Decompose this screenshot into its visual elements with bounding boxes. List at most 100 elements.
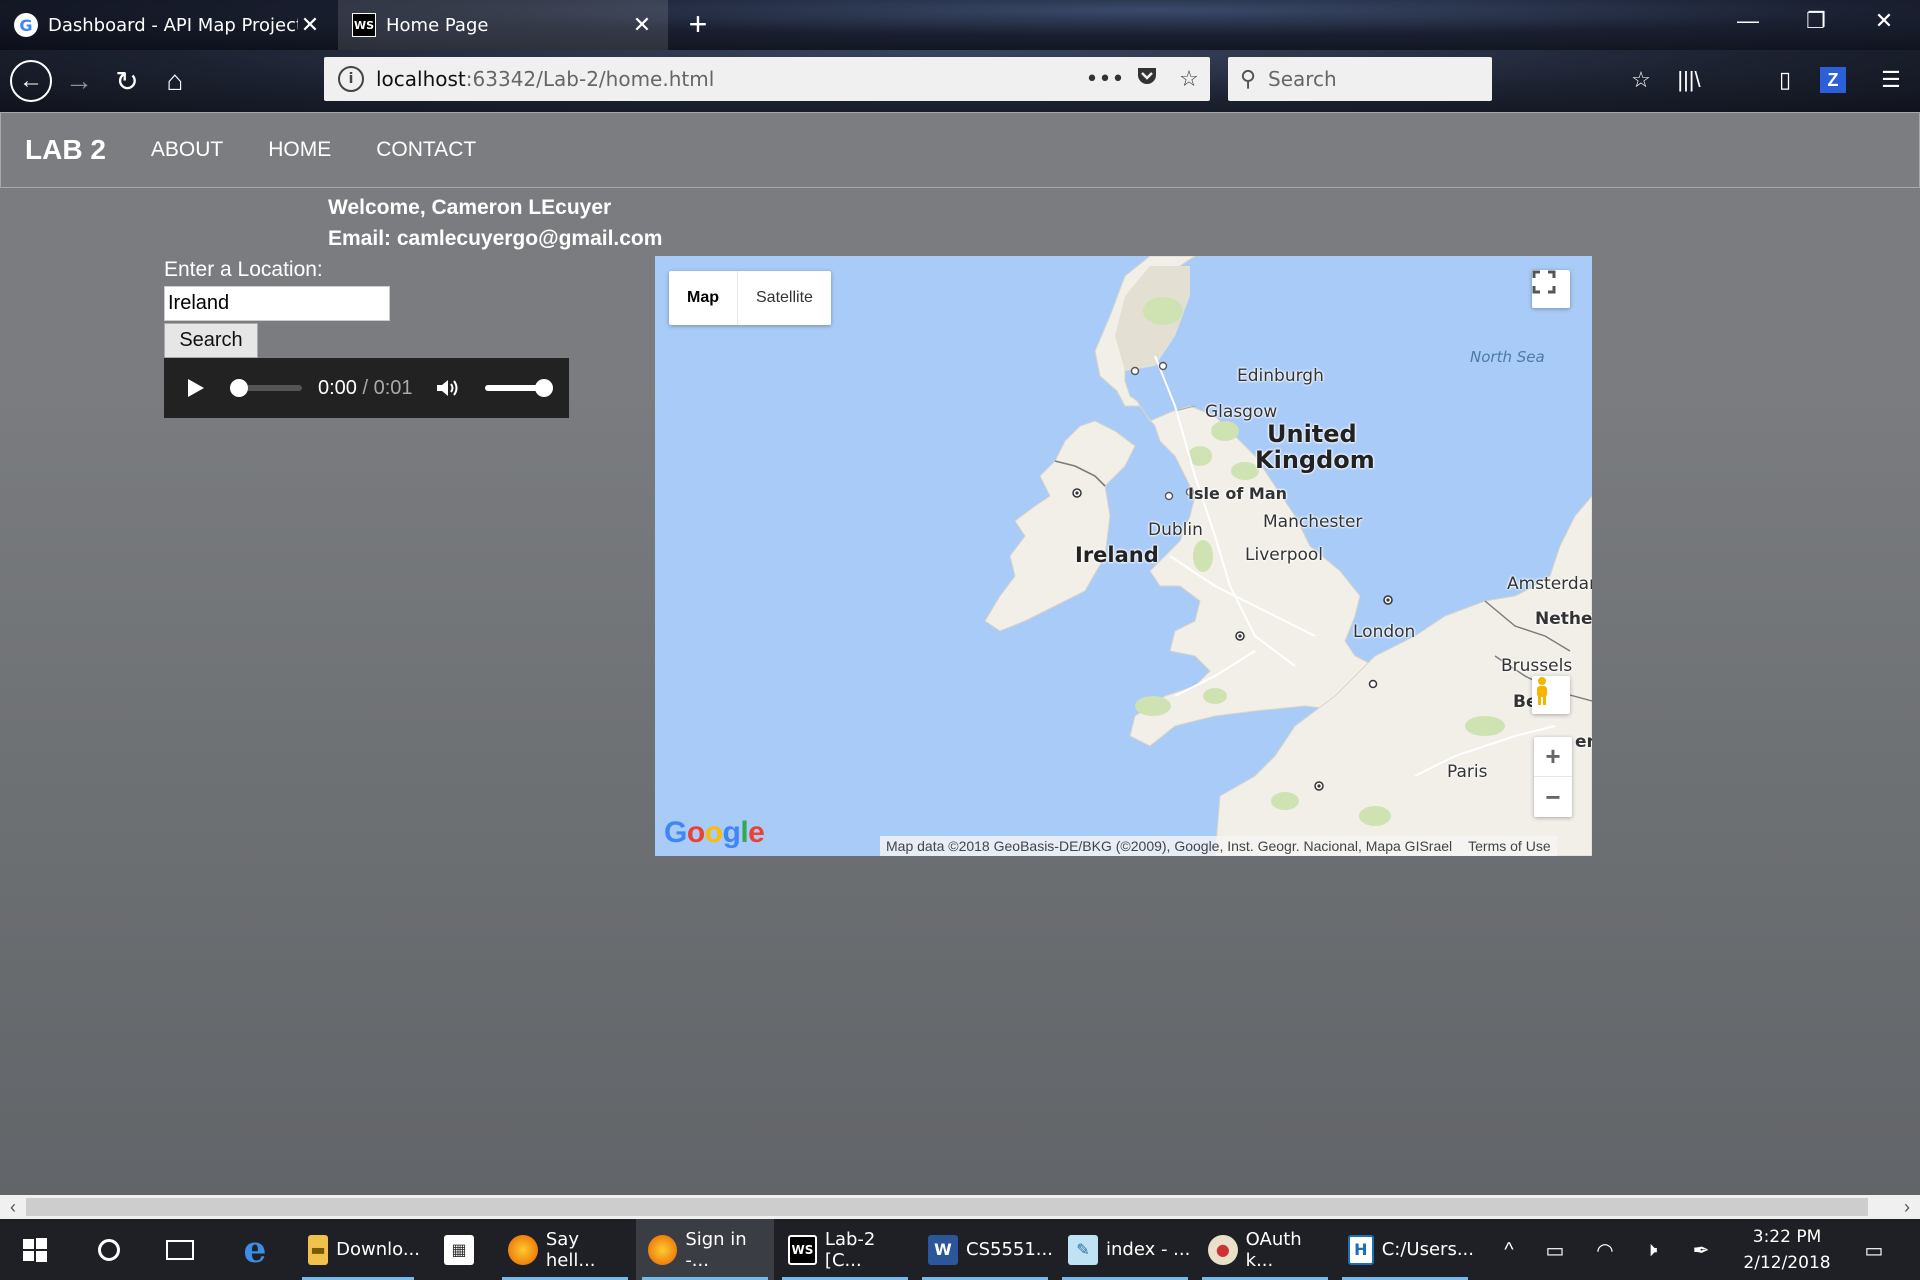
pocket-icon[interactable]	[1126, 65, 1168, 93]
map-type-map-button[interactable]: Map	[669, 271, 738, 325]
audio-seek-bar[interactable]	[230, 379, 302, 397]
scrollbar-thumb[interactable]	[26, 1198, 1868, 1216]
taskbar-app-notepad[interactable]: ✎ index - ...	[1056, 1219, 1194, 1280]
scroll-left-arrow[interactable]: ‹	[0, 1195, 26, 1219]
search-icon: ⚲	[1239, 66, 1257, 92]
reading-list-icon[interactable]: ☆	[1624, 64, 1658, 96]
nav-link-home[interactable]: HOME	[268, 138, 331, 162]
terms-of-use-link[interactable]: Terms of Use	[1468, 838, 1550, 854]
play-icon[interactable]	[184, 377, 206, 399]
map-attribution: Map data ©2018 GeoBasis-DE/BKG (©2009), …	[880, 836, 1557, 856]
sidebar-icon[interactable]: ▯	[1768, 64, 1802, 96]
map-label-manchester: Manchester	[1263, 512, 1363, 532]
taskbar-app-label: C:/Users...	[1381, 1239, 1474, 1260]
map-label-isle-of-man: Isle of Man	[1188, 484, 1288, 503]
horizontal-scrollbar[interactable]: ‹ ›	[0, 1195, 1920, 1219]
taskbar-app-label: Sign in -...	[685, 1228, 747, 1271]
minimize-button[interactable]: —	[1728, 8, 1768, 34]
zoom-in-button[interactable]: +	[1534, 737, 1572, 777]
firefox-icon	[648, 1234, 678, 1265]
task-view-button[interactable]	[148, 1219, 212, 1280]
taskbar-app-label: CS5551...	[966, 1239, 1053, 1260]
volume-slider[interactable]	[484, 379, 553, 397]
zotero-icon[interactable]: Z	[1820, 67, 1846, 93]
edge-icon: e	[243, 1228, 267, 1271]
taskbar-app-firefox-2[interactable]: Sign in -...	[636, 1219, 774, 1280]
url-bar[interactable]: i localhost :63342/Lab-2/home.html ••• ☆	[324, 57, 1210, 101]
url-host: localhost	[376, 67, 466, 91]
bookmark-star-icon[interactable]: ☆	[1168, 67, 1210, 92]
taskbar-app-label: index - ...	[1106, 1239, 1191, 1260]
volume-handle[interactable]	[534, 379, 553, 397]
volume-icon[interactable]	[435, 377, 461, 399]
close-icon[interactable]: ✕	[298, 13, 322, 38]
fullscreen-button[interactable]	[1532, 270, 1570, 308]
taskbar-app-terminal[interactable]: H C:/Users...	[1336, 1219, 1474, 1280]
terminal-icon: H	[1348, 1234, 1374, 1265]
restore-button[interactable]: ❐	[1796, 8, 1836, 34]
google-logo[interactable]: Google	[664, 816, 765, 850]
taskbar-app-store[interactable]: ▦	[424, 1219, 494, 1280]
taskbar-app-webstorm[interactable]: WS Lab-2 [C...	[776, 1219, 914, 1280]
wifi-icon[interactable]: ◠	[1590, 1237, 1620, 1263]
start-button[interactable]	[0, 1219, 70, 1280]
nav-link-about[interactable]: ABOUT	[151, 138, 223, 162]
forward-button[interactable]: →	[60, 62, 98, 100]
info-icon[interactable]: i	[338, 66, 364, 92]
map-type-satellite-button[interactable]: Satellite	[738, 271, 831, 325]
word-icon: W	[928, 1234, 958, 1265]
audio-player: 0:00 / 0:01	[164, 358, 569, 418]
taskbar-app-label: Say hell...	[545, 1228, 596, 1271]
notifications-icon[interactable]: ▭	[1854, 1237, 1894, 1263]
scroll-right-arrow[interactable]: ›	[1894, 1195, 1920, 1219]
map-label-uk-line1: United	[1267, 420, 1357, 448]
pen-workspace-icon[interactable]: ✒	[1686, 1237, 1716, 1263]
volume-muted-icon[interactable]: 🕨	[1636, 1237, 1666, 1263]
close-icon[interactable]: ✕	[630, 13, 654, 38]
taskbar-app-word[interactable]: W CS5551...	[916, 1219, 1054, 1280]
reload-button[interactable]: ↻	[108, 62, 146, 100]
taskbar-app-label: OAuth k...	[1245, 1228, 1302, 1271]
tab-home-page[interactable]: WS Home Page ✕	[338, 0, 668, 50]
taskbar-app-label: Lab-2 [C...	[824, 1228, 876, 1271]
map-label-dublin: Dublin	[1148, 520, 1203, 540]
browser-search-bar[interactable]: ⚲ Search	[1228, 57, 1492, 101]
nav-link-contact[interactable]: CONTACT	[376, 138, 476, 162]
back-button[interactable]: ←	[10, 60, 52, 102]
map-label-germany: en	[1575, 732, 1592, 752]
audio-duration: 0:01	[373, 376, 413, 399]
street-view-pegman[interactable]	[1532, 676, 1570, 714]
window-close-button[interactable]: ✕	[1864, 8, 1904, 34]
zoom-control: + −	[1534, 737, 1572, 817]
library-icon[interactable]: |||\	[1672, 64, 1706, 96]
edge-button[interactable]: e	[220, 1219, 290, 1280]
taskbar-app-file-explorer[interactable]: ▬ Downlo...	[296, 1219, 420, 1280]
tab-dashboard[interactable]: G Dashboard - API Map Project ✕	[0, 0, 336, 50]
cortana-button[interactable]	[74, 1219, 144, 1280]
webstorm-icon: WS	[352, 13, 376, 37]
user-info: Welcome, Cameron LEcuyer Email: camlecuy…	[328, 192, 662, 254]
map-label-united-kingdom: United Kingdom	[1255, 421, 1375, 473]
taskbar-app-paint[interactable]: ● OAuth k...	[1196, 1219, 1334, 1280]
menu-icon[interactable]: ☰	[1874, 64, 1908, 96]
chevron-up-icon[interactable]: ^	[1494, 1237, 1524, 1263]
battery-icon[interactable]: ▭	[1540, 1237, 1570, 1263]
seek-handle[interactable]	[230, 379, 248, 397]
map-label-ireland: Ireland	[1075, 543, 1159, 567]
new-tab-button[interactable]: +	[680, 6, 716, 43]
search-button[interactable]: Search	[164, 323, 258, 358]
welcome-text: Welcome, Cameron LEcuyer	[328, 196, 612, 219]
map-data-credit: Map data ©2018 GeoBasis-DE/BKG (©2009), …	[886, 838, 1453, 854]
google-map[interactable]: North Sea Edinburgh Glasgow United Kingd…	[655, 256, 1592, 856]
map-label-london: London	[1353, 622, 1416, 642]
taskbar-app-firefox-1[interactable]: Say hell...	[496, 1219, 634, 1280]
page-actions-icon[interactable]: •••	[1084, 67, 1126, 92]
site-brand[interactable]: LAB 2	[25, 134, 106, 166]
map-label-edinburgh: Edinburgh	[1237, 366, 1324, 386]
map-label-netherlands: Netherl	[1535, 609, 1592, 629]
taskbar-clock[interactable]: 3:22 PM 2/12/2018	[1730, 1224, 1844, 1276]
zoom-out-button[interactable]: −	[1534, 777, 1572, 817]
location-input[interactable]	[164, 286, 390, 321]
cortana-icon	[98, 1238, 120, 1261]
home-button[interactable]: ⌂	[156, 62, 194, 100]
